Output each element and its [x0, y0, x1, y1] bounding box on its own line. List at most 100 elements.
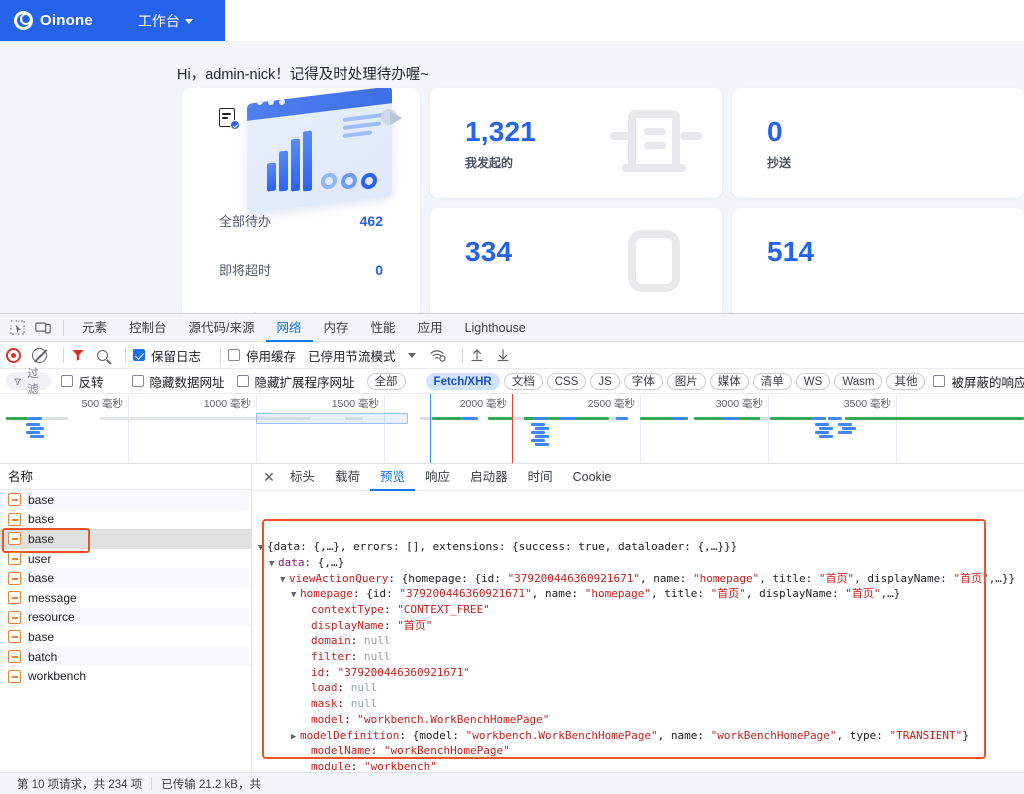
collapse-arrow-icon[interactable]: ▶	[291, 730, 300, 745]
json-line[interactable]: ▼ viewActionQuery: {homepage: {id: "37920…	[258, 572, 1024, 588]
detail-tab-cookies[interactable]: Cookie	[563, 464, 622, 491]
device-toolbar-icon[interactable]	[30, 316, 56, 340]
type-chip-media[interactable]: 媒体	[709, 372, 749, 390]
request-row[interactable]: base	[0, 528, 251, 553]
json-line[interactable]: ▼ homepage: {id: "379200446360921671", na…	[258, 587, 1024, 603]
expand-arrow-icon[interactable]: ▼	[280, 573, 289, 588]
preserve-log-checkbox[interactable]: 保留日志	[133, 346, 201, 365]
json-line[interactable]: model: "workbench.WorkBenchHomePage"	[258, 713, 1024, 729]
throttling-select[interactable]: 已停用节流模式	[308, 346, 396, 365]
tab-memory[interactable]: 内存	[313, 314, 360, 342]
hide-data-urls-checkbox[interactable]: 隐藏数据网址	[131, 372, 225, 391]
stat-card-initiated[interactable]: 1,321 我发起的	[430, 88, 722, 198]
request-row[interactable]: user	[0, 549, 251, 569]
request-row[interactable]: message	[0, 588, 251, 608]
stat-card-514[interactable]: 514	[732, 208, 1024, 313]
request-row[interactable]: base	[0, 568, 251, 588]
search-icon[interactable]	[97, 349, 108, 361]
todo-row[interactable]: 即将超时 0	[182, 245, 420, 294]
request-row[interactable]: base	[0, 510, 251, 530]
network-conditions-icon[interactable]	[429, 349, 446, 362]
type-chip-ws[interactable]: WS	[795, 372, 831, 390]
hide-extension-urls-checkbox[interactable]: 隐藏扩展程序网址	[236, 372, 355, 391]
toolbar-divider	[63, 319, 64, 336]
request-row[interactable]: resource	[0, 607, 251, 628]
type-chip-font[interactable]: 字体	[623, 372, 663, 390]
chevron-down-icon[interactable]	[407, 352, 416, 358]
inspect-element-icon[interactable]	[4, 316, 30, 340]
tab-network[interactable]: 网络	[266, 314, 313, 342]
json-line[interactable]: module: "workbench"	[258, 760, 1024, 772]
detail-tab-headers[interactable]: 标头	[280, 464, 325, 491]
type-chip-fetch-xhr[interactable]: Fetch/XHR	[425, 372, 500, 390]
toolbar-divider	[63, 347, 64, 363]
request-row[interactable]: base	[0, 627, 251, 647]
blocked-responses-checkbox[interactable]: 被屏蔽的响应	[933, 372, 1024, 391]
tab-console[interactable]: 控制台	[118, 314, 178, 342]
filter-input[interactable]: 过滤	[6, 368, 51, 396]
import-har-icon[interactable]	[470, 348, 484, 362]
network-overview-timeline[interactable]: 500 毫秒 1000 毫秒 1500 毫秒 2000 毫秒 2500 毫秒 3000 毫…	[0, 394, 1024, 464]
todo-row-label: 即将超时	[219, 263, 272, 278]
timeline-tick-label: 1000 毫秒	[203, 398, 251, 410]
json-preview[interactable]: ▼ {data: {,…}, errors: [], extensions: {s…	[252, 491, 1024, 772]
request-row[interactable]: workbench	[0, 666, 251, 686]
clear-button[interactable]	[32, 347, 47, 363]
tab-application[interactable]: 应用	[407, 314, 454, 342]
type-chip-manifest[interactable]: 清单	[752, 372, 792, 390]
todo-row[interactable]: 已超时 35	[182, 294, 420, 314]
json-line[interactable]: domain: null	[258, 634, 1024, 650]
detail-tab-initiator[interactable]: 启动器	[460, 464, 518, 491]
detail-tab-preview[interactable]: 预览	[370, 464, 415, 491]
preserve-log-label: 保留日志	[151, 349, 202, 364]
invert-checkbox[interactable]: 反转	[60, 372, 104, 391]
request-column-header[interactable]: 名称	[0, 464, 251, 490]
json-line[interactable]: ▶ modelDefinition: {model: "workbench.Wor…	[258, 729, 1024, 745]
json-line[interactable]: mask: null	[258, 697, 1024, 713]
json-line[interactable]: ▼ {data: {,…}, errors: [], extensions: {s…	[258, 540, 1024, 556]
workbench-menu[interactable]: 工作台	[138, 11, 193, 31]
type-chip-all[interactable]: 全部	[366, 372, 406, 390]
expand-arrow-icon[interactable]: ▼	[258, 541, 267, 556]
close-icon[interactable]: ✕	[258, 466, 280, 488]
tab-elements[interactable]: 元素	[71, 314, 118, 342]
stat-card-cc[interactable]: 0 抄送	[732, 88, 1024, 198]
request-name: user	[28, 551, 52, 566]
json-line[interactable]: filter: null	[258, 650, 1024, 666]
export-har-icon[interactable]	[496, 348, 510, 362]
record-button[interactable]	[6, 347, 21, 363]
detail-tab-payload[interactable]: 载荷	[325, 464, 370, 491]
request-type-icon	[8, 669, 21, 683]
timeline-request-bar	[488, 417, 562, 420]
request-row[interactable]: base	[0, 490, 251, 510]
expand-arrow-icon[interactable]: ▼	[269, 557, 278, 572]
detail-tab-timing[interactable]: 时间	[518, 464, 563, 491]
expand-arrow-icon[interactable]: ▼	[291, 588, 300, 603]
request-list[interactable]: base base base user base message resource base b…	[0, 490, 251, 772]
type-chip-other[interactable]: 其他	[886, 372, 926, 390]
type-chip-js[interactable]: JS	[590, 372, 620, 390]
timeline-gridline	[256, 394, 257, 463]
tab-performance[interactable]: 性能	[360, 314, 407, 342]
disable-cache-checkbox[interactable]: 停用缓存	[228, 346, 296, 365]
todo-row[interactable]: 全部待办 462	[182, 196, 420, 245]
json-line[interactable]: ▼ data: {,…}	[258, 556, 1024, 572]
json-line[interactable]: contextType: "CONTEXT_FREE"	[258, 603, 1024, 619]
json-line[interactable]: displayName: "首页"	[258, 619, 1024, 635]
request-row[interactable]: batch	[0, 646, 251, 667]
my-todo-card[interactable]: 我的待办 全部待办 462 即将	[182, 88, 420, 313]
timeline-selection[interactable]	[256, 413, 408, 424]
filter-icon[interactable]	[71, 348, 85, 362]
request-name: base	[28, 571, 55, 586]
detail-tab-response[interactable]: 响应	[415, 464, 460, 491]
type-chip-img[interactable]: 图片	[666, 372, 706, 390]
json-line[interactable]: modelName: "workBenchHomePage"	[258, 744, 1024, 760]
tab-lighthouse[interactable]: Lighthouse	[454, 314, 537, 342]
tab-sources[interactable]: 源代码/来源	[178, 314, 266, 342]
json-line[interactable]: id: "379200446360921671"	[258, 666, 1024, 682]
type-chip-doc[interactable]: 文档	[503, 372, 543, 390]
stat-card-334[interactable]: 334	[430, 208, 722, 313]
type-chip-css[interactable]: CSS	[546, 372, 587, 390]
type-chip-wasm[interactable]: Wasm	[834, 372, 883, 390]
json-line[interactable]: load: null	[258, 681, 1024, 697]
